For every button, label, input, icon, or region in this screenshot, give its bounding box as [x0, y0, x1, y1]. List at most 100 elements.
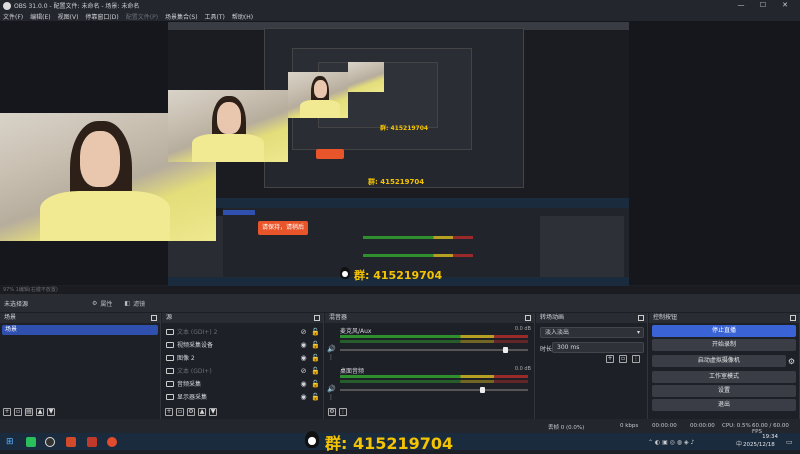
start-recording-button[interactable]: 开始录制 — [652, 339, 796, 351]
channel-settings-icon[interactable]: ⋮ — [328, 354, 334, 361]
obs-taskbar-icon[interactable] — [45, 437, 55, 447]
undock-icon[interactable] — [790, 315, 796, 321]
source-row[interactable]: 音频采集 ◉ 🔓 — [162, 377, 323, 390]
stream-time: 00:00:00 — [652, 423, 677, 429]
unlock-icon[interactable]: 🔓 — [311, 354, 320, 362]
add-transition-button[interactable]: + — [606, 355, 614, 363]
start-virtual-camera-button[interactable]: 启动虚拟摄像机 — [652, 355, 786, 367]
unlock-icon[interactable]: 🔓 — [311, 367, 320, 375]
menu-profile: 配置文件(P) — [125, 13, 159, 21]
remove-scene-button[interactable]: ▫ — [14, 408, 22, 416]
menu-view[interactable]: 视图(V) — [58, 12, 79, 21]
source-row[interactable]: 视频采集设备 ◉ 🔓 — [162, 338, 323, 351]
properties-button[interactable]: ⚙ 属性 — [92, 299, 112, 308]
speaker-icon[interactable]: 🔊 — [327, 385, 336, 393]
transitions-title: 转场动画 — [540, 314, 565, 321]
obs-logo-icon — [3, 1, 11, 10]
move-down-icon[interactable]: ▼ — [209, 408, 217, 416]
eye-icon[interactable]: ◉ — [299, 393, 308, 401]
eye-icon[interactable]: ◉ — [299, 380, 308, 388]
clock-time[interactable]: 19:34 — [748, 434, 778, 440]
undock-icon[interactable] — [151, 315, 157, 321]
source-label: 显示器采集 — [177, 394, 208, 401]
add-source-button[interactable]: + — [165, 408, 173, 416]
filters-label: 滤镜 — [133, 300, 146, 308]
speaker-icon[interactable]: 🔊 — [327, 345, 336, 353]
rec-time: 00:00:00 — [690, 423, 715, 429]
mixer-menu-button[interactable]: ⋮ — [339, 408, 347, 416]
advanced-audio-button[interactable]: ⚙ — [328, 408, 336, 416]
duration-input[interactable]: 300 ms — [552, 342, 644, 353]
stop-streaming-button[interactable]: 停止直播 — [652, 325, 796, 337]
notification-icon[interactable]: ▭ — [786, 438, 793, 446]
remove-source-button[interactable]: ▫ — [176, 408, 184, 416]
filters-button[interactable]: ◧ 滤镜 — [124, 299, 145, 308]
window-title: OBS 31.0.0 - 配置文件: 未命名 - 场景: 未命名 — [14, 3, 140, 10]
webcam-overlay-nested-2 — [288, 72, 348, 118]
menu-scene-collection[interactable]: 场景集合(S) — [165, 12, 198, 21]
app-icon-red[interactable] — [87, 437, 97, 447]
volume-slider[interactable] — [340, 387, 528, 393]
windows-start-icon[interactable]: ⊞ — [6, 437, 14, 447]
menu-edit[interactable]: 编辑(E) — [30, 12, 50, 21]
bitrate: 0 kbps — [620, 423, 639, 429]
maximize-button[interactable]: ☐ — [752, 0, 774, 11]
slider-handle[interactable] — [480, 387, 485, 393]
undock-icon[interactable] — [525, 315, 531, 321]
source-row[interactable]: 文本 (GDI+) ⊘ 🔓 — [162, 364, 323, 377]
transition-select[interactable]: 淡入淡出 ▾ — [540, 327, 644, 338]
menu-file[interactable]: 文件(F) — [3, 12, 23, 21]
dropped-frames: 丢帧 0 (0.0%) — [548, 425, 585, 431]
unlock-icon[interactable]: 🔓 — [311, 393, 320, 401]
move-down-icon[interactable]: ▼ — [47, 408, 55, 416]
input-language[interactable]: 中 — [736, 439, 742, 448]
remove-transition-button[interactable]: ▫ — [619, 355, 627, 363]
eye-icon[interactable]: ◉ — [299, 341, 308, 349]
source-row[interactable]: 图像 2 ◉ 🔓 — [162, 351, 323, 364]
unlock-icon[interactable]: 🔓 — [311, 341, 320, 349]
settings-button[interactable]: 设置 — [652, 385, 796, 397]
volume-meter — [340, 340, 528, 343]
source-row[interactable]: 显示器采集 ◉ 🔓 — [162, 390, 323, 403]
menu-tools[interactable]: 工具(T) — [205, 12, 225, 21]
add-scene-button[interactable]: + — [3, 408, 11, 416]
app-icon-green[interactable] — [26, 437, 36, 447]
chevron-down-icon: ▾ — [636, 329, 640, 336]
menu-docks[interactable]: 停靠窗口(D) — [85, 12, 118, 21]
duration-label: 时长 — [540, 346, 553, 353]
source-properties-button[interactable]: ⚙ — [187, 408, 195, 416]
source-row[interactable]: 文本 (GDI+) 2 ⊘ 🔓 — [162, 325, 323, 338]
scene-item[interactable]: 场景 — [2, 325, 158, 335]
app-icon-weibo[interactable] — [107, 437, 117, 447]
slider-handle[interactable] — [503, 347, 508, 353]
penguin-icon — [340, 267, 350, 279]
menu-help[interactable]: 帮助(H) — [232, 12, 253, 21]
tray-icons[interactable]: ⌃ ◐ ▣ ◎ ◍ ◈ ♪ — [648, 439, 694, 446]
close-button[interactable]: ✕ — [774, 0, 796, 11]
unlock-icon[interactable]: 🔓 — [311, 380, 320, 388]
undock-icon[interactable] — [314, 315, 320, 321]
transition-menu-button[interactable]: ⋮ — [632, 355, 640, 363]
speaker-icon — [166, 380, 174, 387]
move-up-icon[interactable]: ▲ — [198, 408, 206, 416]
move-up-icon[interactable]: ▲ — [36, 408, 44, 416]
studio-mode-button[interactable]: 工作室模式 — [652, 371, 796, 383]
channel-settings-icon[interactable]: ⋮ — [328, 394, 334, 401]
sources-footer: + ▫ ⚙ ▲ ▼ — [162, 405, 323, 419]
exit-button[interactable]: 退出 — [652, 399, 796, 411]
app-icon-orange[interactable] — [66, 437, 76, 447]
undock-icon[interactable] — [638, 315, 644, 321]
qq-group-label-nested: 群: 415219704 — [368, 178, 425, 186]
gear-icon[interactable]: ⚙ — [788, 357, 795, 366]
volume-meter — [340, 380, 528, 383]
eye-icon[interactable]: ◉ — [299, 354, 308, 362]
volume-slider[interactable] — [340, 347, 528, 353]
eye-hidden-icon[interactable]: ⊘ — [299, 328, 308, 336]
eye-hidden-icon[interactable]: ⊘ — [299, 367, 308, 375]
transitions-dock-header: 转场动画 — [536, 313, 647, 323]
clock-date[interactable]: 2025/12/18 — [743, 442, 775, 448]
mixer-channel: 桌面音频 0.0 dB 🔊 ⋮ — [325, 363, 534, 403]
scene-filters-button[interactable]: ▤ — [25, 408, 33, 416]
minimize-button[interactable]: — — [730, 0, 752, 11]
unlock-icon[interactable]: 🔓 — [311, 328, 320, 336]
